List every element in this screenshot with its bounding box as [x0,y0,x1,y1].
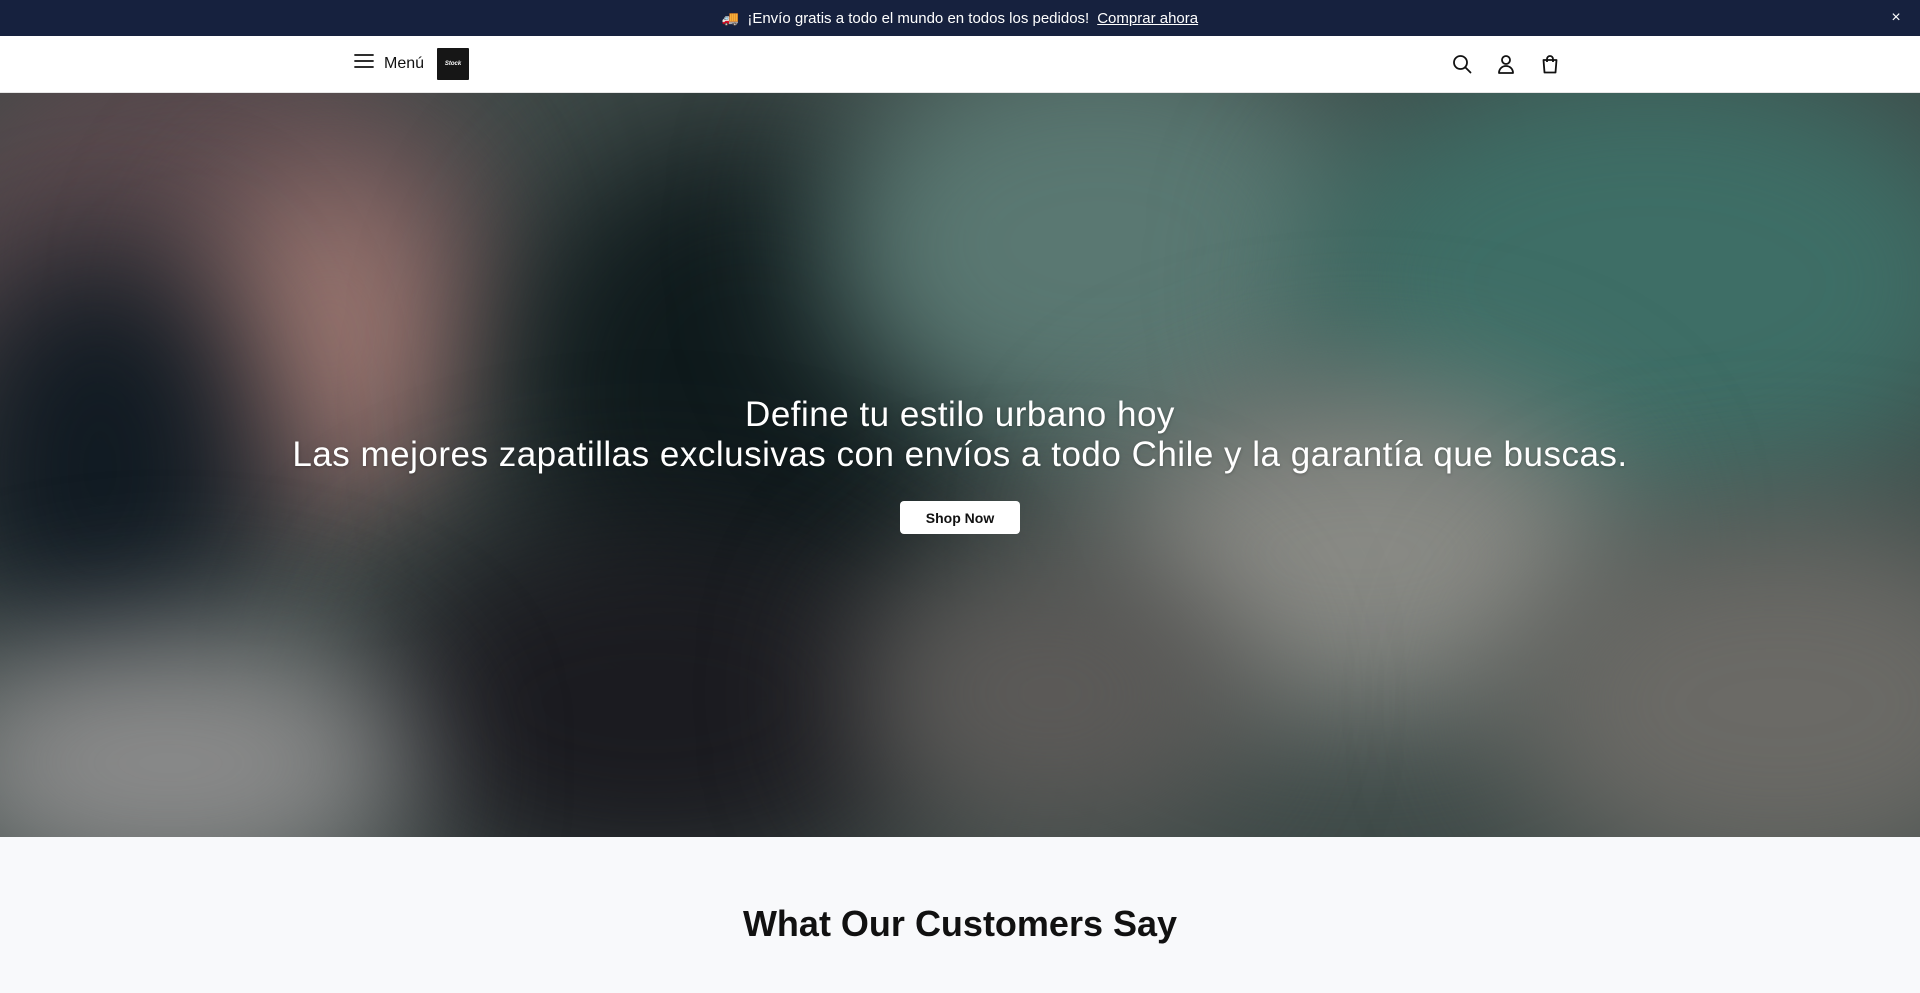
announcement-text: ¡Envío gratis a todo el mundo en todos l… [747,9,1090,27]
hero-heading: Define tu estilo urbano hoy Las mejores … [0,395,1920,475]
hero-background-shape [850,543,1250,837]
hero-banner: Define tu estilo urbano hoy Las mejores … [0,93,1920,837]
cart-icon[interactable] [1538,52,1562,76]
announcement-bar: 🚚 ¡Envío gratis a todo el mundo en todos… [0,0,1920,36]
account-icon[interactable] [1494,52,1518,76]
hero-subheadline: Las mejores zapatillas exclusivas con en… [292,435,1628,474]
site-header: Menú Stock [0,36,1920,93]
menu-label: Menú [384,54,425,72]
shop-now-link[interactable]: Comprar ahora [1097,10,1198,27]
hamburger-icon [354,53,374,74]
truck-icon: 🚚 [721,9,740,26]
header-actions [1450,52,1562,76]
search-icon[interactable] [1450,52,1474,76]
close-icon[interactable]: × [1886,8,1906,28]
store-logo[interactable]: Stock [437,48,469,80]
menu-button[interactable]: Menú [354,53,424,74]
testimonials-title: What Our Customers Say [742,903,1178,944]
hero-headline: Define tu estilo urbano hoy [745,395,1175,434]
shop-now-button[interactable]: Shop Now [900,501,1020,534]
